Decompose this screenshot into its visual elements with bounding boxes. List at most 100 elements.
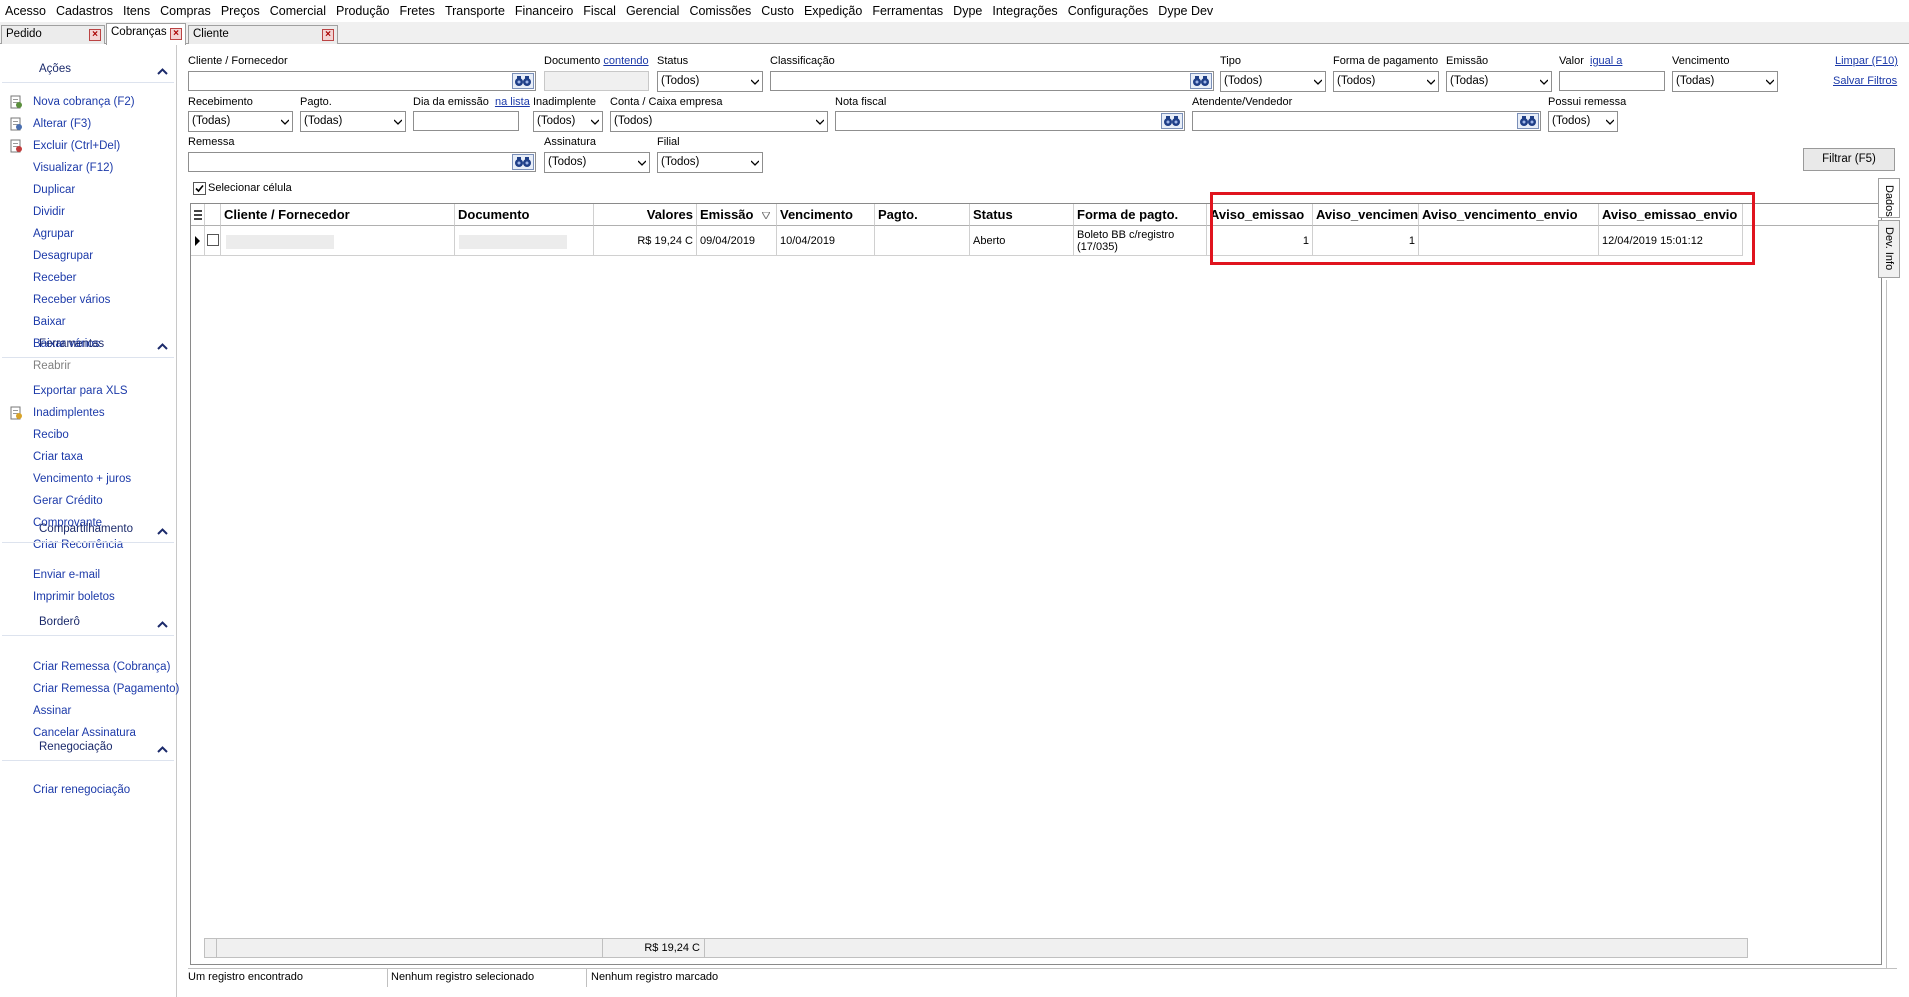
salvar-filtros-link[interactable]: Salvar Filtros [1833,75,1897,87]
menu-acesso[interactable]: Acesso [0,0,51,22]
recebimento-select[interactable]: (Todas) [188,111,293,132]
menu-fiscal[interactable]: Fiscal [578,0,621,22]
tab-cobrancas[interactable]: Cobranças × [106,23,186,45]
nota-fiscal-input[interactable] [835,111,1185,131]
emissao-select[interactable]: (Todas) [1446,71,1552,92]
documento-mode-link[interactable]: contendo [603,55,648,67]
col-cliente[interactable]: Cliente / Fornecedor [221,204,455,226]
sidebar-item-acoes-5[interactable]: Dividir [33,205,65,219]
menu-itens[interactable]: Itens [118,0,155,22]
col-pagto[interactable]: Pagto. [875,204,970,226]
search-icon[interactable] [1161,113,1183,129]
menu-custo[interactable]: Custo [756,0,799,22]
conta-select[interactable]: (Todos) [610,111,828,132]
col-valores[interactable]: Valores [594,204,697,226]
col-vencimento[interactable]: Vencimento [777,204,875,226]
pagto-select[interactable]: (Todas) [300,111,406,132]
assinatura-select[interactable]: (Todos) [544,152,650,173]
menu-fretes[interactable]: Fretes [395,0,440,22]
sidebar-item-acoes-9[interactable]: Receber vários [33,293,110,307]
chevron-up-icon[interactable] [157,523,168,535]
col-forma-pagto[interactable]: Forma de pagto. [1074,204,1207,226]
section-header-ferramentas[interactable]: Ferramentas [0,333,176,355]
documento-input[interactable] [544,71,649,91]
valor-input[interactable] [1559,71,1665,91]
side-tab-dev-info[interactable]: Dev. Info [1878,220,1900,278]
dia-emissao-mode-link[interactable]: na lista [495,96,530,108]
chevron-up-icon[interactable] [157,63,168,75]
menu-dype-dev[interactable]: Dype Dev [1153,0,1218,22]
vencimento-select[interactable]: (Todas) [1672,71,1778,92]
sidebar-item-ferramentas-5[interactable]: Gerar Crédito [33,494,103,508]
tab-cliente[interactable]: Cliente × [188,25,338,44]
menu-cadastros[interactable]: Cadastros [51,0,118,22]
search-icon[interactable] [512,73,534,89]
sidebar-item-acoes-2[interactable]: Excluir (Ctrl+Del) [33,139,120,153]
sidebar-item-acoes-1[interactable]: Alterar (F3) [33,117,91,131]
cell-emissao[interactable]: 09/04/2019 [697,226,777,256]
sidebar-item-ferramentas-7[interactable]: Criar Recorrência [33,538,123,552]
cell-vencimento[interactable]: 10/04/2019 [777,226,875,256]
sidebar-item-renegociacao-0[interactable]: Criar renegociação [33,783,130,797]
sidebar-item-acoes-6[interactable]: Agrupar [33,227,74,241]
possui-remessa-select[interactable]: (Todos) [1548,111,1618,132]
cell-status[interactable]: Aberto [970,226,1074,256]
menu-comercial[interactable]: Comercial [265,0,331,22]
sidebar-item-ferramentas-2[interactable]: Recibo [33,428,69,442]
limpar-link[interactable]: Limpar (F10) [1835,55,1898,67]
filtrar-button[interactable]: Filtrar (F5) [1803,148,1895,171]
section-header-acoes[interactable]: Ações [0,58,176,80]
close-icon[interactable]: × [170,28,182,40]
col-documento[interactable]: Documento [455,204,594,226]
col-status[interactable]: Status [970,204,1074,226]
chevron-up-icon[interactable] [157,741,168,753]
sidebar-item-compartilhamento-1[interactable]: Imprimir boletos [33,590,115,604]
cell-cliente[interactable] [221,226,455,256]
menu-ferramentas[interactable]: Ferramentas [867,0,948,22]
valor-mode-link[interactable]: igual a [1590,55,1622,67]
classificacao-input[interactable] [770,71,1214,91]
menu-expedicao[interactable]: Expedição [799,0,867,22]
menu-dype[interactable]: Dype [948,0,987,22]
side-tab-dados[interactable]: Dados [1878,178,1900,218]
cell-pagto[interactable] [875,226,970,256]
tipo-select[interactable]: (Todos) [1220,71,1326,92]
forma-select[interactable]: (Todos) [1333,71,1439,92]
sidebar-item-ferramentas-4[interactable]: Vencimento + juros [33,472,131,486]
filial-select[interactable]: (Todos) [657,152,763,173]
section-header-bordero[interactable]: Borderô [0,611,176,633]
selecionar-celula-checkbox[interactable] [193,182,206,195]
search-icon[interactable] [1517,113,1539,129]
sidebar-item-acoes-3[interactable]: Visualizar (F12) [33,161,113,175]
close-icon[interactable]: × [89,29,101,41]
menu-integracoes[interactable]: Integrações [987,0,1062,22]
cliente-input[interactable] [188,71,536,91]
menu-transporte[interactable]: Transporte [440,0,510,22]
cell-documento[interactable] [455,226,594,256]
chevron-up-icon[interactable] [157,616,168,628]
sidebar-item-ferramentas-1[interactable]: Inadimplentes [33,406,105,420]
col-emissao[interactable]: Emissão [697,204,777,226]
search-icon[interactable] [512,154,534,170]
menu-compras[interactable]: Compras [155,0,216,22]
dia-emissao-input[interactable] [413,111,519,131]
grid-column-chooser-icon[interactable] [191,204,205,226]
sidebar-item-acoes-10[interactable]: Baixar [33,315,66,329]
menu-precos[interactable]: Preços [216,0,265,22]
sidebar-item-acoes-4[interactable]: Duplicar [33,183,75,197]
section-header-renegociacao[interactable]: Renegociação [0,736,176,758]
sidebar-item-ferramentas-3[interactable]: Criar taxa [33,450,83,464]
sidebar-item-acoes-12[interactable]: Reabrir [33,359,71,373]
cell-forma-pagto[interactable]: Boleto BB c/registro (17/035) [1074,226,1207,256]
sidebar-item-bordero-0[interactable]: Criar Remessa (Cobrança) [33,660,170,674]
menu-gerencial[interactable]: Gerencial [621,0,685,22]
menu-financeiro[interactable]: Financeiro [510,0,578,22]
tab-pedido[interactable]: Pedido × [1,25,105,44]
atendente-input[interactable] [1192,111,1541,131]
sidebar-item-bordero-1[interactable]: Criar Remessa (Pagamento) [33,682,179,696]
chevron-up-icon[interactable] [157,338,168,350]
sidebar-item-acoes-0[interactable]: Nova cobrança (F2) [33,95,135,109]
menu-comissoes[interactable]: Comissões [684,0,756,22]
search-icon[interactable] [1190,73,1212,89]
section-header-compartilhamento[interactable]: Compartilhamento [0,518,176,540]
